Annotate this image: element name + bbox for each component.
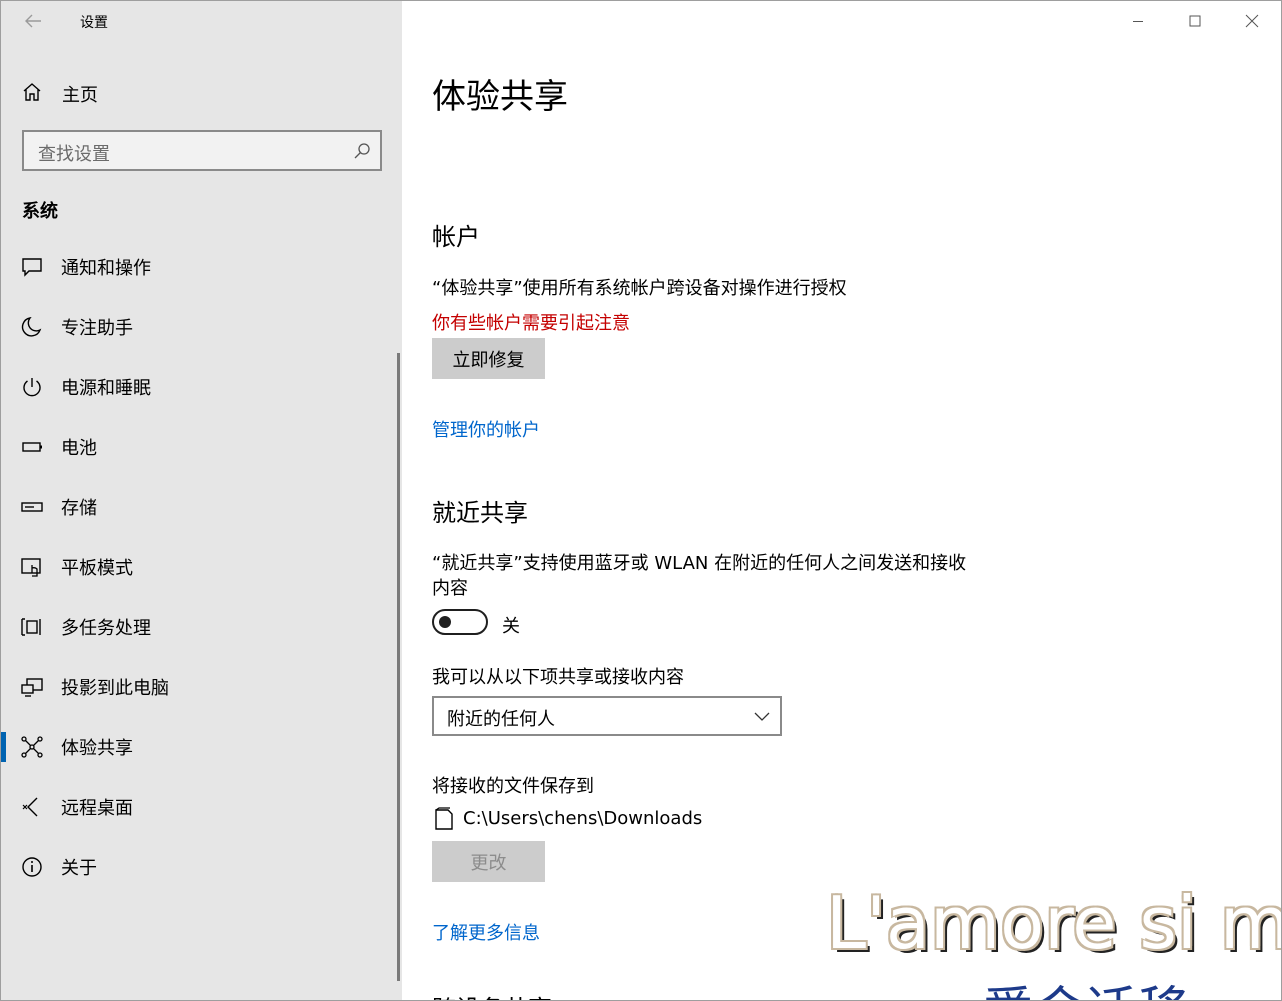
search-input[interactable]: 查找设置	[22, 130, 382, 171]
nearby-description-line2: 内容	[432, 578, 468, 599]
home-label: 主页	[62, 85, 98, 106]
save-to-label: 将接收的文件保存到	[432, 776, 594, 797]
close-icon	[1245, 14, 1259, 28]
tablet-mode-icon	[21, 558, 41, 577]
settings-window: 设置 主页 查找设置 系统 通知和操作 专注助手 电源和睡眠 电池 存储 平板模…	[0, 0, 1282, 1001]
nearby-sharing-heading: 就近共享	[432, 499, 528, 527]
sidebar-item-tablet-mode[interactable]: 平板模式	[1, 538, 399, 596]
sidebar-item-label: 存储	[61, 498, 97, 519]
accounts-heading: 帐户	[432, 223, 480, 251]
battery-icon	[22, 442, 42, 452]
sidebar-item-label: 投影到此电脑	[61, 678, 169, 699]
sidebar-item-project-to-pc[interactable]: 投影到此电脑	[1, 658, 399, 716]
accounts-description: “体验共享”使用所有系统帐户跨设备对操作进行授权	[432, 278, 847, 299]
sidebar-item-label: 电源和睡眠	[61, 378, 151, 399]
sidebar-item-power-sleep[interactable]: 电源和睡眠	[1, 358, 399, 416]
minimize-icon	[1133, 21, 1143, 22]
search-icon	[354, 143, 370, 159]
folder-icon	[435, 807, 453, 830]
toggle-state-label: 关	[502, 616, 520, 637]
project-icon	[21, 678, 43, 697]
change-button[interactable]: 更改	[432, 841, 545, 882]
watermark-line2: 爱会迁移	[982, 969, 1190, 1000]
fix-now-button[interactable]: 立即修复	[432, 338, 545, 379]
sidebar-item-battery[interactable]: 电池	[1, 418, 399, 476]
nearby-sharing-toggle[interactable]	[432, 609, 488, 635]
close-button[interactable]	[1224, 1, 1280, 41]
notification-icon	[22, 258, 42, 277]
share-from-dropdown[interactable]: 附近的任何人	[432, 696, 782, 736]
info-icon	[22, 857, 42, 877]
sidebar-section-title: 系统	[22, 201, 58, 222]
manage-accounts-link[interactable]: 管理你的帐户	[432, 416, 540, 442]
sidebar-item-label: 专注助手	[61, 318, 133, 339]
sidebar-item-focus-assist[interactable]: 专注助手	[1, 298, 399, 356]
back-arrow-icon	[25, 14, 41, 28]
sidebar: 设置 主页 查找设置 系统 通知和操作 专注助手 电源和睡眠 电池 存储 平板模…	[1, 1, 402, 1000]
maximize-button[interactable]	[1167, 1, 1223, 41]
page-title: 体验共享	[432, 77, 568, 117]
sidebar-item-notifications[interactable]: 通知和操作	[1, 238, 399, 296]
shared-experiences-icon	[21, 736, 43, 758]
storage-icon	[21, 502, 43, 512]
back-button[interactable]	[19, 9, 47, 33]
toggle-knob	[439, 616, 451, 628]
share-from-value: 附近的任何人	[447, 709, 555, 730]
cross-device-heading: 跨设备共享	[432, 989, 552, 1000]
learn-more-link[interactable]: 了解更多信息	[432, 919, 540, 945]
app-title: 设置	[80, 15, 108, 31]
sidebar-item-label: 多任务处理	[61, 618, 151, 639]
sidebar-item-storage[interactable]: 存储	[1, 478, 399, 536]
active-indicator	[1, 732, 6, 762]
sidebar-item-label: 平板模式	[61, 558, 133, 579]
chevron-down-icon	[754, 712, 770, 721]
share-from-label: 我可以从以下项共享或接收内容	[432, 667, 684, 688]
moon-icon	[21, 316, 42, 337]
sidebar-item-label: 电池	[61, 438, 97, 459]
remote-desktop-icon	[22, 797, 38, 817]
sidebar-item-label: 远程桌面	[61, 798, 133, 819]
save-path: C:\Users\chens\Downloads	[463, 808, 703, 829]
sidebar-item-label: 体验共享	[61, 738, 133, 759]
sidebar-item-home[interactable]: 主页	[1, 71, 402, 113]
power-icon	[23, 378, 41, 397]
multitasking-icon	[21, 618, 41, 636]
home-icon	[23, 83, 41, 101]
sidebar-item-multitasking[interactable]: 多任务处理	[1, 598, 399, 656]
search-placeholder: 查找设置	[38, 144, 110, 165]
sidebar-item-shared-experiences[interactable]: 体验共享	[1, 718, 399, 776]
maximize-icon	[1189, 15, 1201, 27]
sidebar-scrollbar[interactable]	[397, 353, 400, 981]
watermark-line1: L'amore si mu	[826, 881, 1281, 965]
sidebar-item-remote-desktop[interactable]: 远程桌面	[1, 778, 399, 836]
minimize-button[interactable]	[1110, 1, 1166, 41]
accounts-warning: 你有些帐户需要引起注意	[432, 313, 630, 334]
sidebar-item-about[interactable]: 关于	[1, 838, 399, 896]
nearby-description-line1: “就近共享”支持使用蓝牙或 WLAN 在附近的任何人之间发送和接收	[432, 553, 967, 574]
content-pane: 体验共享 帐户 “体验共享”使用所有系统帐户跨设备对操作进行授权 你有些帐户需要…	[402, 1, 1281, 1000]
sidebar-item-label: 通知和操作	[61, 258, 151, 279]
sidebar-item-label: 关于	[61, 858, 97, 879]
